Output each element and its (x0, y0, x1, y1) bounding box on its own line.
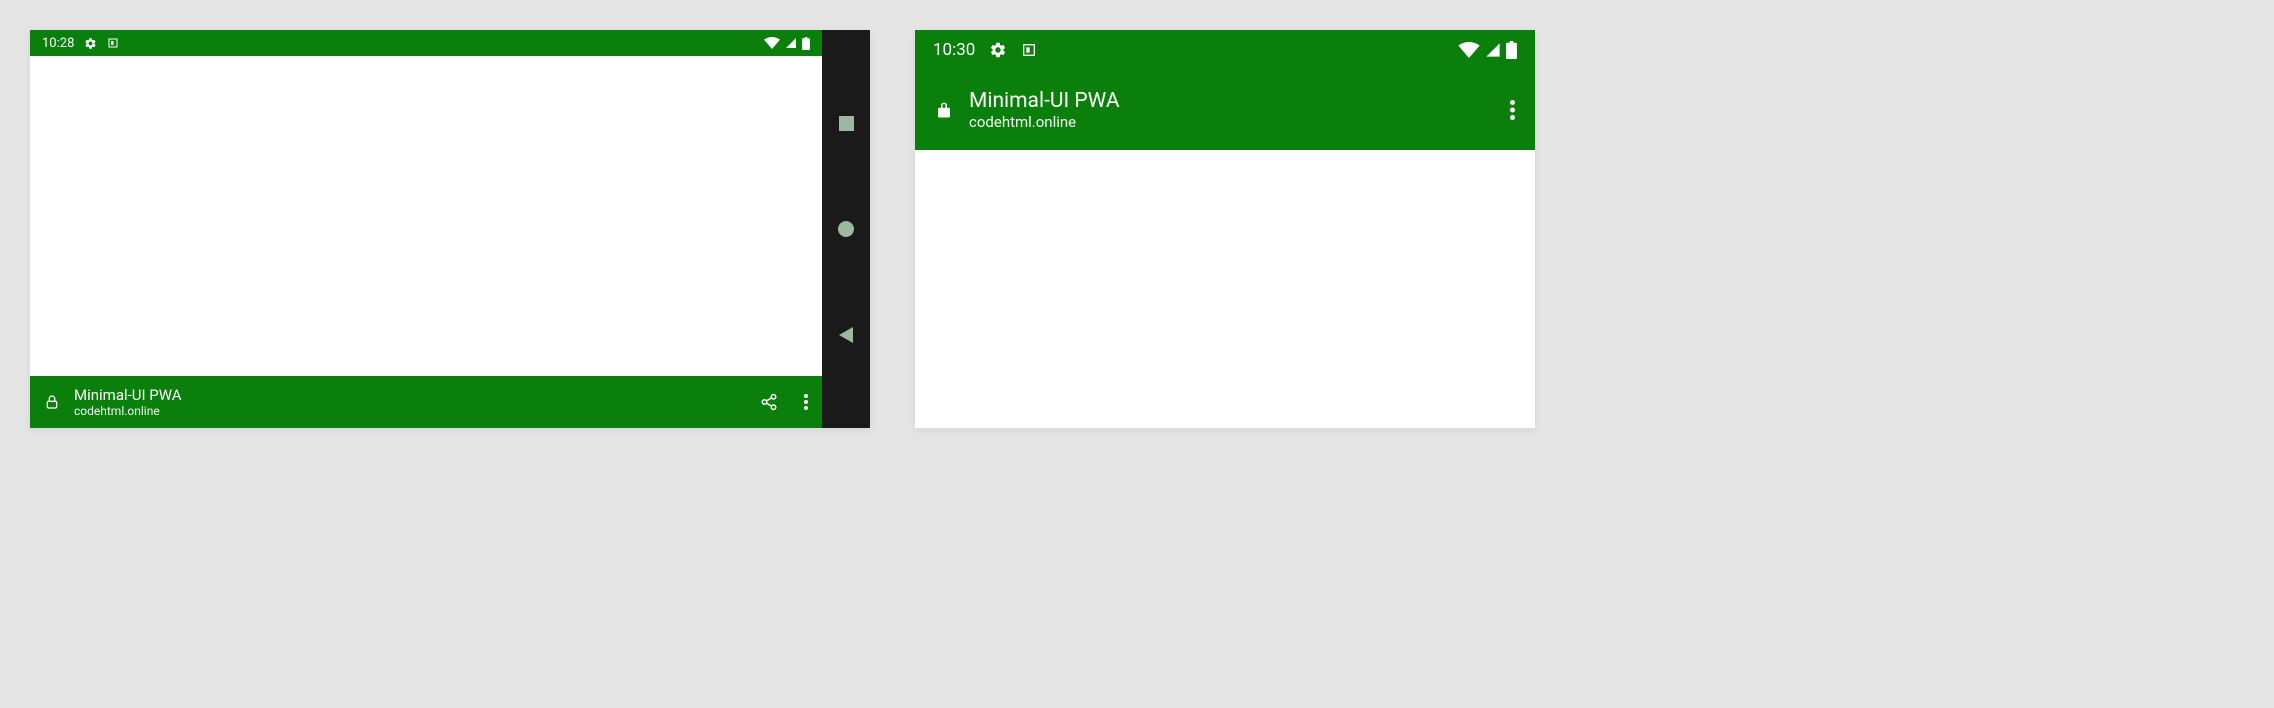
gear-icon (84, 37, 97, 50)
device-portrait: 10:30 Minimal-UI PWA codeh (915, 30, 1535, 428)
wifi-icon (764, 37, 780, 49)
lock-icon (935, 99, 953, 121)
status-right (764, 37, 810, 50)
status-left: 10:30 (933, 40, 1037, 60)
more-menu-icon[interactable] (1510, 100, 1515, 120)
status-left: 10:28 (42, 36, 119, 51)
app-bar-titles: Minimal-UI PWA codehtml.online (969, 89, 1494, 131)
status-time: 10:28 (42, 36, 74, 51)
app-bar-top: Minimal-UI PWA codehtml.online (915, 70, 1535, 150)
wifi-icon (1458, 42, 1480, 58)
battery-icon (802, 37, 810, 50)
app-bar-bottom: Minimal-UI PWA codehtml.online (30, 376, 822, 428)
status-bar: 10:30 (915, 30, 1535, 70)
status-time: 10:30 (933, 40, 975, 60)
battery-icon (1506, 41, 1517, 59)
system-nav-bar (822, 30, 870, 428)
status-right (1458, 41, 1517, 59)
nav-back-button[interactable] (837, 326, 855, 344)
content-area (30, 56, 822, 376)
signal-icon (784, 37, 798, 49)
app-subtitle: codehtml.online (74, 404, 746, 418)
app-notification-icon (107, 37, 119, 49)
app-title: Minimal-UI PWA (969, 89, 1494, 113)
content-area (915, 150, 1535, 428)
status-bar: 10:28 (30, 30, 822, 56)
app-subtitle: codehtml.online (969, 113, 1494, 131)
gear-icon (989, 41, 1007, 59)
app-notification-icon (1021, 42, 1037, 58)
signal-icon (1484, 42, 1502, 58)
nav-home-button[interactable] (837, 220, 855, 238)
share-icon[interactable] (760, 393, 778, 411)
device-landscape: 10:28 (30, 30, 870, 428)
triangle-icon (839, 327, 853, 343)
nav-recent-apps-button[interactable] (837, 114, 855, 132)
circle-icon (838, 221, 854, 237)
square-icon (839, 116, 854, 131)
app-bar-titles: Minimal-UI PWA codehtml.online (74, 386, 746, 418)
device-main-area: 10:28 (30, 30, 822, 428)
lock-icon (44, 393, 60, 411)
app-title: Minimal-UI PWA (74, 386, 746, 404)
more-menu-icon[interactable] (804, 394, 808, 410)
app-bar-actions (760, 393, 808, 411)
